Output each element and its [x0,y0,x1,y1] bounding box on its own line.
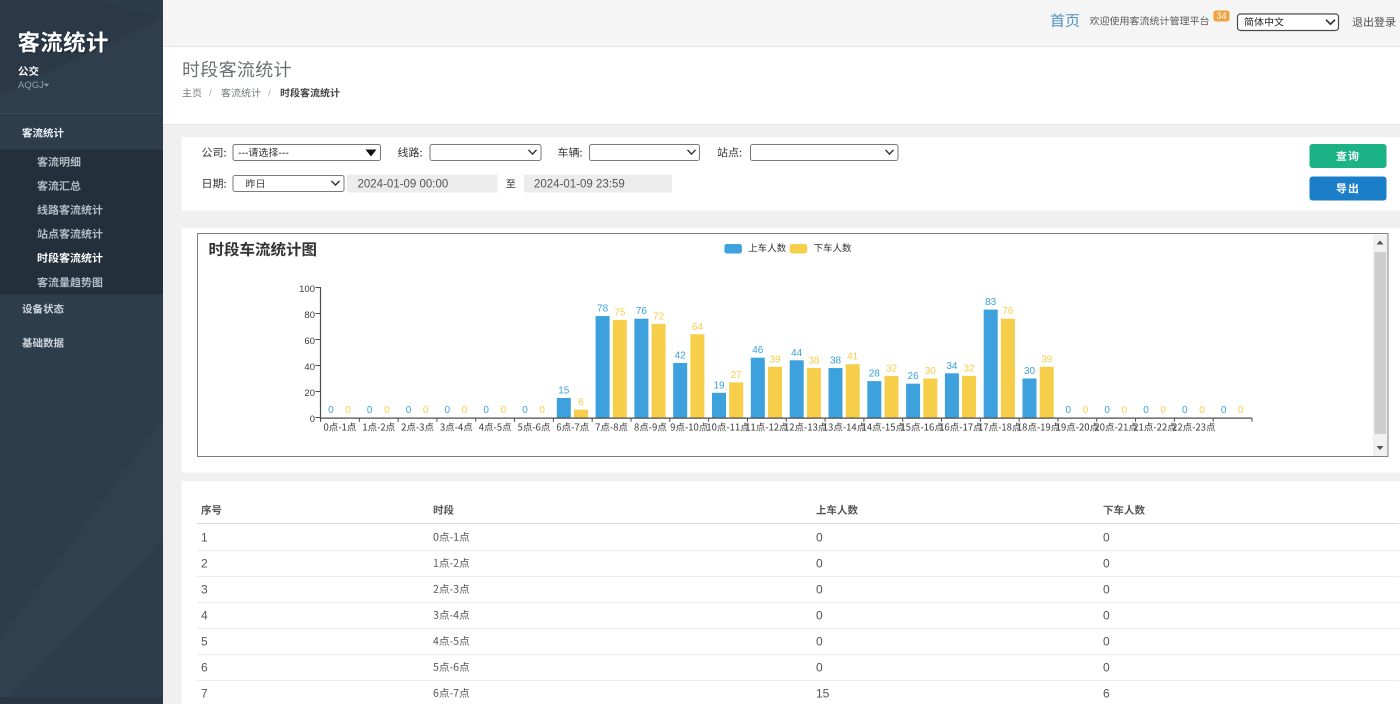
svg-text:34: 34 [1216,11,1226,21]
svg-text:0: 0 [1103,609,1110,623]
svg-text:0: 0 [1143,405,1149,416]
svg-text:0: 0 [310,414,315,425]
svg-text:32: 32 [964,363,976,374]
svg-text:75: 75 [614,308,626,319]
svg-text:20: 20 [304,388,315,399]
svg-text:41: 41 [847,352,859,363]
svg-text:0: 0 [522,405,528,416]
svg-text:39: 39 [1041,354,1053,365]
svg-text:0: 0 [816,635,823,649]
svg-text:30: 30 [1024,366,1036,377]
svg-text:60: 60 [304,336,315,347]
svg-text:0: 0 [816,531,823,545]
svg-text:0: 0 [1238,405,1244,416]
svg-text:7: 7 [201,687,208,701]
svg-text:0: 0 [1103,557,1110,571]
svg-text:0: 0 [1160,405,1166,416]
svg-text:/: / [268,89,271,100]
svg-text:32: 32 [886,363,898,374]
svg-text:0: 0 [345,405,351,416]
svg-text:/: / [209,89,212,100]
svg-text:44: 44 [791,348,803,359]
svg-text:0: 0 [1104,405,1110,416]
svg-text:0: 0 [1103,635,1110,649]
svg-text:46: 46 [752,345,764,356]
svg-text:0: 0 [445,405,451,416]
svg-text:0: 0 [501,405,507,416]
svg-text:76: 76 [1002,306,1014,317]
svg-text:2: 2 [201,557,208,571]
svg-text:30: 30 [925,366,937,377]
svg-text:0: 0 [1199,405,1205,416]
svg-text:1: 1 [201,531,208,545]
svg-text:26: 26 [908,371,920,382]
svg-text:78: 78 [597,304,609,315]
svg-text:42: 42 [675,350,687,361]
svg-text:5: 5 [201,635,208,649]
svg-text:2024-01-09 00:00: 2024-01-09 00:00 [358,179,449,191]
svg-text:4: 4 [201,609,208,623]
svg-text:0: 0 [816,609,823,623]
svg-text:0: 0 [423,405,429,416]
svg-text:0: 0 [328,405,334,416]
svg-text:3: 3 [201,583,208,597]
svg-text:19: 19 [713,380,725,391]
svg-text:0: 0 [367,405,373,416]
svg-text:AQGJ: AQGJ [18,80,44,91]
svg-text:0: 0 [406,405,412,416]
svg-text:0: 0 [1066,405,1072,416]
svg-text:34: 34 [946,361,958,372]
svg-text:83: 83 [985,297,997,308]
svg-text:6: 6 [201,661,208,675]
svg-text:0: 0 [816,661,823,675]
svg-text:0: 0 [816,583,823,597]
svg-text:0: 0 [1103,531,1110,545]
svg-text:0: 0 [1122,405,1128,416]
svg-text:38: 38 [808,356,820,367]
svg-text:40: 40 [304,362,315,373]
svg-text:0: 0 [483,405,489,416]
svg-text:0: 0 [1103,661,1110,675]
svg-text:0: 0 [1221,405,1227,416]
svg-text:100: 100 [299,284,315,295]
svg-text:6: 6 [1103,687,1110,701]
svg-text:6: 6 [578,397,584,408]
svg-text:38: 38 [830,356,842,367]
svg-text:0: 0 [1083,405,1089,416]
svg-text:0: 0 [1182,405,1188,416]
svg-text:15: 15 [816,687,830,701]
svg-text:15: 15 [558,386,570,397]
svg-text:0: 0 [1103,583,1110,597]
svg-text:80: 80 [304,310,315,321]
svg-text:0: 0 [462,405,468,416]
svg-text:0: 0 [384,405,390,416]
svg-text:2024-01-09 23:59: 2024-01-09 23:59 [534,179,625,191]
svg-text:27: 27 [731,370,743,381]
svg-text:72: 72 [653,311,665,322]
svg-text:28: 28 [869,369,881,380]
svg-text:76: 76 [636,306,648,317]
svg-text:64: 64 [692,322,704,333]
svg-text:0: 0 [539,405,545,416]
svg-text:39: 39 [769,354,781,365]
svg-text:0: 0 [816,557,823,571]
